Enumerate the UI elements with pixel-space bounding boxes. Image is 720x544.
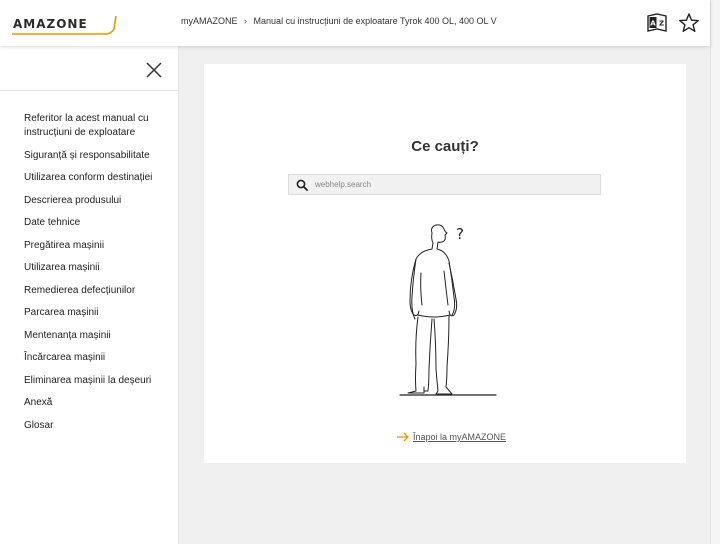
favorite-star-icon[interactable] xyxy=(678,12,700,34)
language-icon[interactable]: A Z xyxy=(646,12,668,34)
back-to-myamazone-link[interactable]: Înapoi la myAMAZONE xyxy=(397,432,506,442)
svg-text:A: A xyxy=(650,20,656,28)
sidebar-item-technical-data[interactable]: Date tehnice xyxy=(24,216,169,230)
sidebar-divider xyxy=(0,90,179,91)
sidebar-item-manual-info[interactable]: Referitor la acest manual cu instrucțiun… xyxy=(24,112,169,140)
sidebar-item-product-description[interactable]: Descrierea produsului xyxy=(24,194,169,208)
page-title: Ce cauți? xyxy=(411,138,479,155)
search-input[interactable] xyxy=(315,180,585,189)
sidebar-item-maintenance[interactable]: Mentenanța mașinii xyxy=(24,329,169,343)
search-box[interactable] xyxy=(288,174,601,195)
svg-text:Z: Z xyxy=(659,20,664,28)
back-link-label: Înapoi la myAMAZONE xyxy=(413,432,507,442)
breadcrumb-separator: › xyxy=(244,16,248,26)
sidebar-item-intended-use[interactable]: Utilizarea conform destinației xyxy=(24,171,169,185)
breadcrumb: myAMAZONE › Manual cu instrucțiuni de ex… xyxy=(181,16,497,26)
breadcrumb-current-manual[interactable]: Manual cu instrucțiuni de exploatare Tyr… xyxy=(254,16,497,26)
search-panel: Ce cauți? webhelp.search ? Înapoi la myA… xyxy=(204,64,686,463)
page-scrollbar[interactable] xyxy=(710,0,720,544)
sidebar-item-loading[interactable]: Încărcarea mașinii xyxy=(24,351,169,365)
breadcrumb-home-link[interactable]: myAMAZONE xyxy=(181,16,238,26)
sidebar-item-parking[interactable]: Parcarea mașinii xyxy=(24,306,169,320)
sidebar-item-machine-preparation[interactable]: Pregătirea mașinii xyxy=(24,239,169,253)
search-icon xyxy=(296,179,308,191)
logo-swoosh-icon xyxy=(12,15,117,35)
arrow-right-icon xyxy=(397,432,409,442)
sidebar-item-glossary[interactable]: Glosar xyxy=(24,419,169,433)
sidebar-item-machine-use[interactable]: Utilizarea mașinii xyxy=(24,261,169,275)
sidebar-item-appendix[interactable]: Anexă xyxy=(24,396,169,410)
sidebar-item-troubleshooting[interactable]: Remedierea defecțiunilor xyxy=(24,284,169,298)
sidebar-menu: Referitor la acest manual cu instrucțiun… xyxy=(24,112,169,441)
question-mark: ? xyxy=(456,225,464,243)
top-header: AMAZONE myAMAZONE › Manual cu instrucțiu… xyxy=(0,0,710,46)
sidebar-item-safety[interactable]: Siguranță și responsabilitate xyxy=(24,149,169,163)
close-sidebar-icon[interactable] xyxy=(144,60,164,80)
amazone-logo[interactable]: AMAZONE xyxy=(10,12,118,38)
sidebar-item-disposal[interactable]: Eliminarea mașinii la deșeuri xyxy=(24,374,169,388)
thinking-person-illustration: ? xyxy=(399,224,497,396)
sidebar-navigation: Referitor la acest manual cu instrucțiun… xyxy=(0,46,179,544)
